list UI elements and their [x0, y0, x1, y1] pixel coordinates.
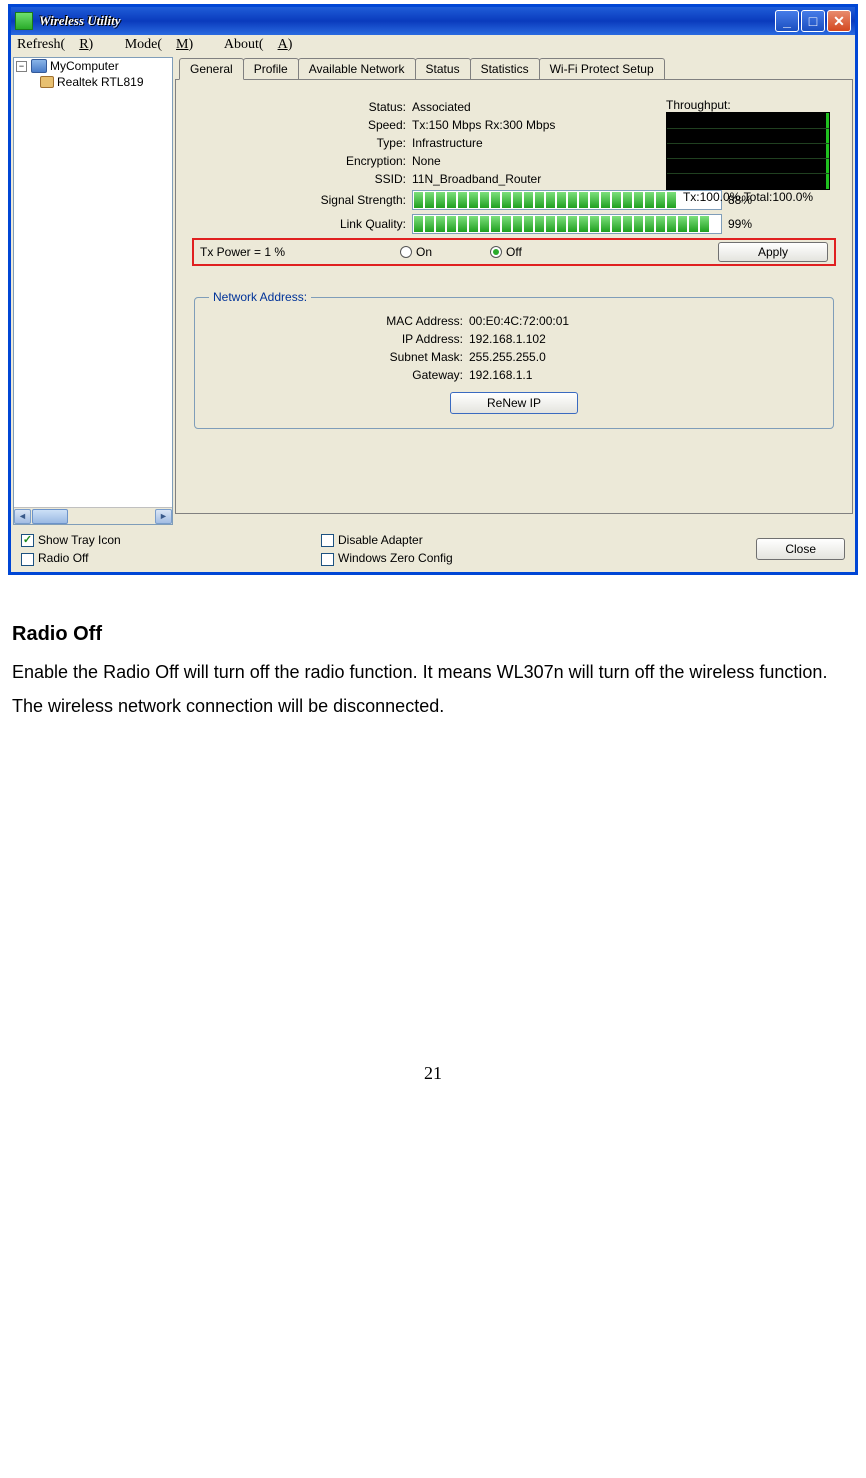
window-close-button[interactable]: ✕: [827, 10, 851, 32]
bottom-options: Show Tray Icon Disable Adapter Close Rad…: [11, 527, 855, 572]
device-tree[interactable]: − MyComputer Realtek RTL819 ◄ ►: [13, 57, 173, 525]
tab-status[interactable]: Status: [415, 58, 471, 80]
gateway-value: 192.168.1.1: [469, 368, 819, 382]
link-pct: 99%: [728, 217, 752, 231]
page-number: 21: [8, 1063, 858, 1084]
radio-icon: [400, 246, 412, 258]
signal-label: Signal Strength:: [192, 193, 412, 207]
throughput-chart: [666, 112, 830, 190]
throughput-caption: Tx:100.0%,Total:100.0%: [666, 190, 830, 204]
speed-value: Tx:150 Mbps Rx:300 Mbps: [412, 118, 632, 132]
tab-strip: General Profile Available Network Status…: [175, 57, 853, 79]
tree-collapse-icon[interactable]: −: [16, 61, 27, 72]
status-label: Status:: [192, 100, 412, 114]
scroll-right-icon[interactable]: ►: [155, 509, 172, 524]
mac-value: 00:E0:4C:72:00:01: [469, 314, 819, 328]
tab-profile[interactable]: Profile: [243, 58, 299, 80]
gateway-label: Gateway:: [209, 368, 469, 382]
throughput-label: Throughput:: [666, 98, 830, 112]
renew-ip-button[interactable]: ReNew IP: [450, 392, 578, 414]
mask-label: Subnet Mask:: [209, 350, 469, 364]
disable-adapter-checkbox[interactable]: Disable Adapter: [321, 533, 621, 547]
adapter-icon: [40, 76, 54, 88]
mac-label: MAC Address:: [209, 314, 469, 328]
network-address-group: Network Address: MAC Address: 00:E0:4C:7…: [194, 290, 834, 429]
tree-root-label[interactable]: MyComputer: [50, 59, 119, 73]
type-value: Infrastructure: [412, 136, 632, 150]
tx-off-option[interactable]: Off: [490, 245, 610, 259]
section-body: Enable the Radio Off will turn off the r…: [12, 655, 850, 723]
network-address-legend: Network Address:: [209, 290, 311, 304]
show-tray-checkbox[interactable]: Show Tray Icon: [21, 533, 321, 547]
tab-statistics[interactable]: Statistics: [470, 58, 540, 80]
checkbox-icon: [321, 534, 334, 547]
link-quality-bar: [412, 214, 722, 234]
menubar: Refresh(R) Mode(M) About(A): [11, 35, 855, 55]
menu-mode[interactable]: Mode(M): [125, 37, 207, 52]
radio-icon: [490, 246, 502, 258]
speed-label: Speed:: [192, 118, 412, 132]
checkbox-icon: [21, 534, 34, 547]
radio-off-checkbox[interactable]: Radio Off: [21, 551, 321, 565]
ip-value: 192.168.1.102: [469, 332, 819, 346]
checkbox-icon: [21, 553, 34, 566]
link-label: Link Quality:: [192, 217, 412, 231]
encryption-value: None: [412, 154, 632, 168]
tab-available-network[interactable]: Available Network: [298, 58, 416, 80]
tx-power-row: Tx Power = 1 % On Off Apply: [192, 238, 836, 266]
titlebar: Wireless Utility _ □ ✕: [11, 7, 855, 35]
ip-label: IP Address:: [209, 332, 469, 346]
section-heading: Radio Off: [12, 615, 850, 653]
minimize-button[interactable]: _: [775, 10, 799, 32]
document-text: Radio Off Enable the Radio Off will turn…: [8, 575, 858, 723]
mask-value: 255.255.255.0: [469, 350, 819, 364]
close-button[interactable]: Close: [756, 538, 845, 560]
wireless-utility-window: Wireless Utility _ □ ✕ Refresh(R) Mode(M…: [8, 4, 858, 575]
tab-content-general: Throughput: Tx:100.0%,Total:100.0% Statu…: [175, 79, 853, 514]
menu-refresh[interactable]: Refresh(R): [17, 37, 107, 52]
tree-adapter-label[interactable]: Realtek RTL819: [57, 75, 144, 89]
computer-icon: [31, 59, 47, 73]
ssid-label: SSID:: [192, 172, 412, 186]
tx-on-option[interactable]: On: [400, 245, 490, 259]
window-title: Wireless Utility: [39, 13, 775, 29]
app-icon: [15, 12, 33, 30]
encryption-label: Encryption:: [192, 154, 412, 168]
throughput-panel: Throughput: Tx:100.0%,Total:100.0%: [666, 98, 830, 204]
windows-zero-config-checkbox[interactable]: Windows Zero Config: [321, 551, 621, 565]
scroll-left-icon[interactable]: ◄: [14, 509, 31, 524]
tx-power-label: Tx Power = 1 %: [200, 245, 400, 259]
tab-wifi-protect[interactable]: Wi-Fi Protect Setup: [539, 58, 665, 80]
type-label: Type:: [192, 136, 412, 150]
tree-hscrollbar[interactable]: ◄ ►: [14, 507, 172, 524]
apply-button[interactable]: Apply: [718, 242, 828, 262]
scroll-thumb[interactable]: [32, 509, 68, 524]
checkbox-icon: [321, 553, 334, 566]
menu-about[interactable]: About(A): [224, 37, 306, 52]
tab-general[interactable]: General: [179, 58, 244, 80]
ssid-value: 11N_Broadband_Router: [412, 172, 632, 186]
status-value: Associated: [412, 100, 632, 114]
maximize-button[interactable]: □: [801, 10, 825, 32]
